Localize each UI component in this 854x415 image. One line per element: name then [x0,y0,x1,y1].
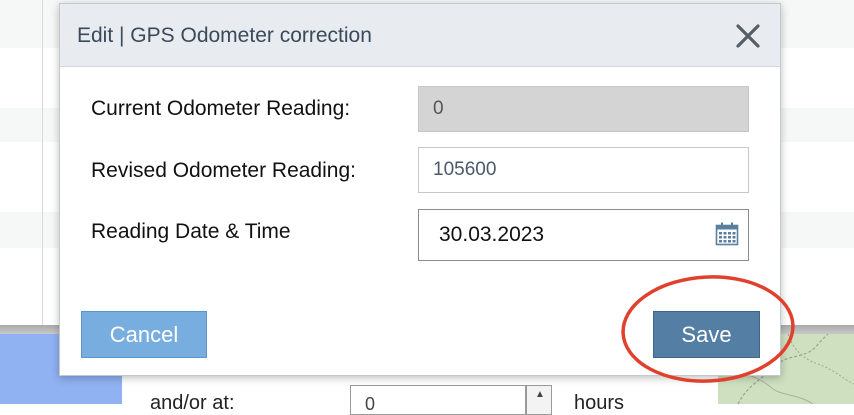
current-odometer-input[interactable] [418,86,749,132]
save-button[interactable]: Save [653,311,760,358]
revised-odometer-input[interactable] [418,147,749,193]
background-hours-input[interactable] [350,385,526,415]
reading-date-label: Reading Date & Time [91,220,291,243]
cancel-button[interactable]: Cancel [81,311,207,358]
revised-odometer-label: Revised Odometer Reading: [91,159,356,182]
reading-date-value: 30.03.2023 [439,223,545,246]
close-icon [736,24,760,48]
spinner-button[interactable]: ▲ [526,385,552,415]
background-hours-value: 0 [365,394,376,414]
dialog-title: Edit | GPS Odometer correction [77,24,372,47]
spinner-up-icon: ▲ [535,389,545,400]
calendar-icon[interactable] [715,222,739,246]
current-odometer-label: Current Odometer Reading: [91,97,351,120]
background-divider [42,0,43,330]
dialog-header: Edit | GPS Odometer correction [60,4,780,67]
close-button[interactable] [732,20,764,52]
gps-odometer-dialog: Edit | GPS Odometer correction Current O… [59,3,781,376]
reading-date-input[interactable]: 30.03.2023 [418,209,749,261]
